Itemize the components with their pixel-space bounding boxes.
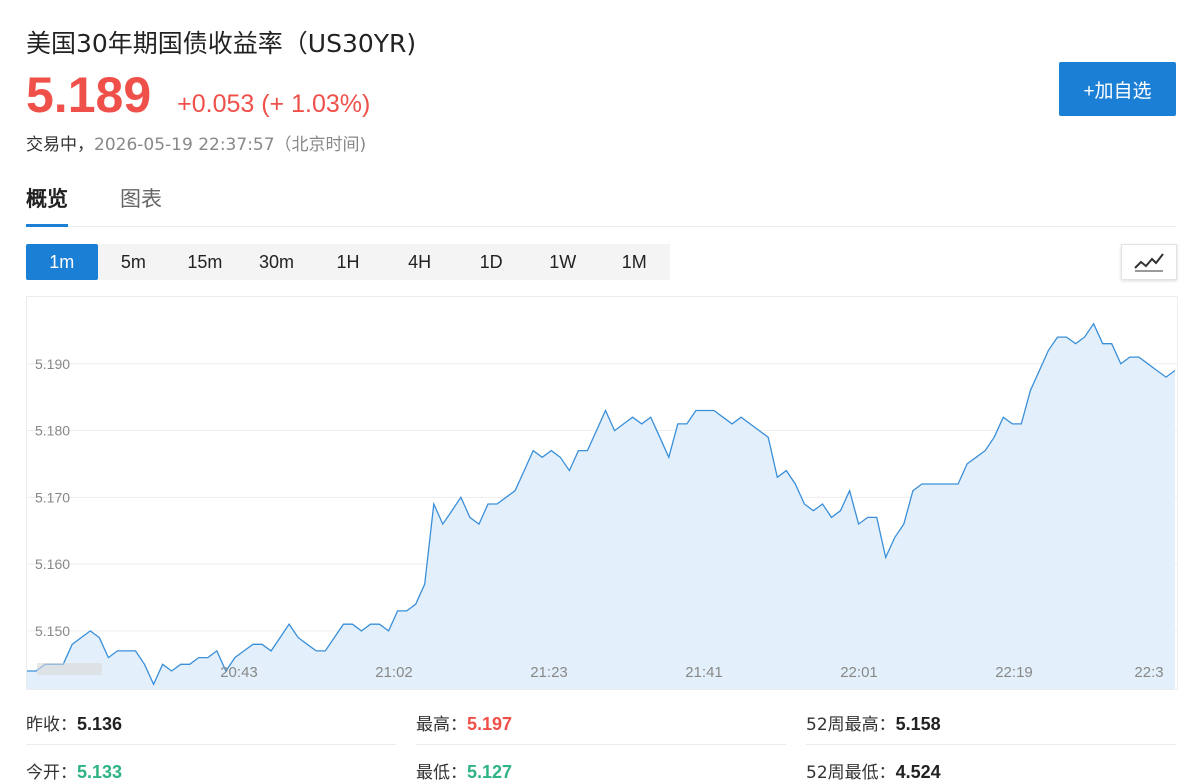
price-chart-svg: 5.150 5.160 5.170 5.180 5.190 20:43 21:02 21:23… — [27, 322, 1177, 689]
tab-overview[interactable]: 概览 — [26, 184, 68, 227]
tab-chart[interactable]: 图表 — [120, 184, 162, 226]
quote-row: 5.189 +0.053 (+ 1.03%) — [26, 66, 370, 126]
x-tick-label: 21:23 — [530, 664, 568, 681]
current-price: 5.189 — [26, 67, 152, 123]
stat-label: 52周最低： — [806, 763, 896, 783]
add-to-watchlist-button[interactable]: +加自选 — [1059, 62, 1176, 116]
x-tick-label: 22:19 — [995, 664, 1033, 681]
stat-value: 4.524 — [895, 762, 941, 782]
price-chart[interactable]: 5.150 5.160 5.170 5.180 5.190 20:43 21:02 21:23… — [26, 296, 1178, 690]
y-tick-label: 5.150 — [35, 623, 70, 639]
x-tick-label: 22:3 — [1134, 664, 1163, 681]
stat-value: 5.127 — [467, 762, 513, 782]
stat-52w-high: 52周最高：5.158 — [806, 710, 941, 735]
y-tick-label: 5.170 — [35, 489, 70, 505]
stat-label: 52周最高： — [806, 715, 896, 735]
period-1h[interactable]: 1H — [312, 244, 384, 280]
period-5m[interactable]: 5m — [98, 244, 170, 280]
series-area — [27, 323, 1175, 689]
x-tick-label-masked — [37, 663, 102, 675]
stat-label: 今开： — [26, 763, 77, 783]
y-tick-label: 5.180 — [35, 423, 70, 439]
period-1w[interactable]: 1W — [527, 244, 599, 280]
stat-value: 5.158 — [895, 714, 941, 734]
stat-label: 最低： — [416, 763, 467, 783]
line-chart-icon — [1134, 253, 1164, 272]
x-tick-label: 22:01 — [840, 664, 878, 681]
quote-timestamp: 2026-05-19 22:37:57（北京时间) — [94, 135, 367, 155]
x-tick-label: 20:43 — [220, 664, 258, 681]
divider — [416, 744, 786, 745]
stat-day-high: 最高：5.197 — [416, 710, 512, 735]
y-tick-label: 5.190 — [35, 356, 70, 372]
stat-value: 5.136 — [77, 714, 123, 734]
period-selector: 1m 5m 15m 30m 1H 4H 1D 1W 1M — [26, 244, 670, 280]
period-1d[interactable]: 1D — [455, 244, 527, 280]
period-15m[interactable]: 15m — [169, 244, 241, 280]
period-4h[interactable]: 4H — [384, 244, 456, 280]
divider — [806, 744, 1176, 745]
x-tick-label: 21:02 — [375, 664, 413, 681]
status-label: 交易中， — [26, 135, 94, 155]
page-title: 美国30年期国债收益率（US30YR) — [26, 29, 417, 58]
stat-label: 最高： — [416, 715, 467, 735]
trading-status: 交易中，2026-05-19 22:37:57（北京时间) — [26, 130, 366, 155]
stat-prev-close: 昨收：5.136 — [26, 710, 122, 735]
x-tick-label: 21:41 — [685, 664, 723, 681]
stat-day-low: 最低：5.127 — [416, 758, 512, 783]
stat-label: 昨收： — [26, 715, 77, 735]
stat-open: 今开：5.133 — [26, 758, 122, 783]
stat-value: 5.197 — [467, 714, 513, 734]
stat-52w-low: 52周最低：4.524 — [806, 758, 941, 783]
chart-type-toggle[interactable] — [1121, 244, 1177, 280]
period-30m[interactable]: 30m — [241, 244, 313, 280]
stat-value: 5.133 — [77, 762, 123, 782]
y-tick-label: 5.160 — [35, 556, 70, 572]
price-change: +0.053 (+ 1.03%) — [177, 90, 371, 118]
view-tabs: 概览 图表 — [26, 184, 1176, 227]
period-1mo[interactable]: 1M — [599, 244, 671, 280]
divider — [26, 744, 396, 745]
period-1m[interactable]: 1m — [26, 244, 98, 280]
